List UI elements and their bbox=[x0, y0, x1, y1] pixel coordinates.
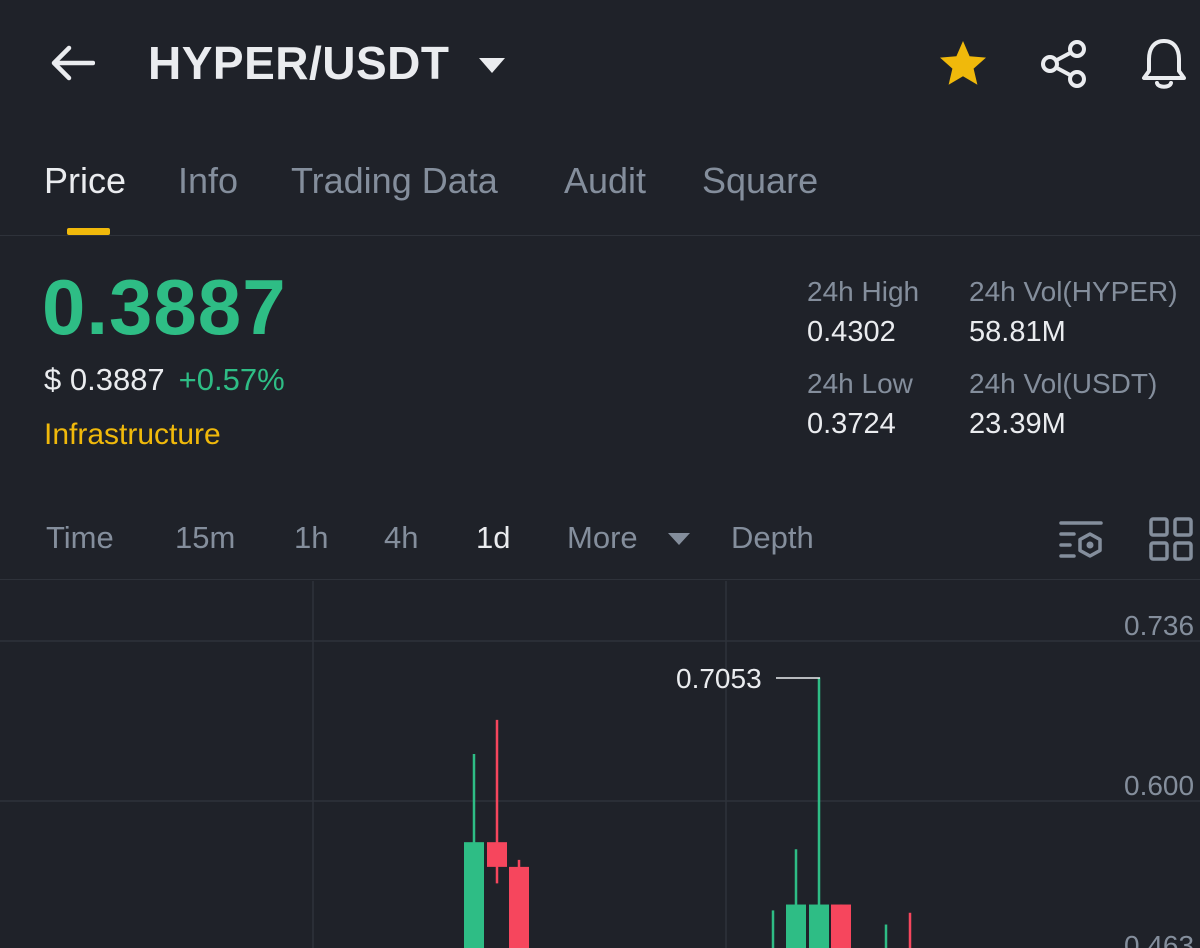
favorite-button[interactable] bbox=[935, 36, 991, 92]
candlestick-chart[interactable]: 0.736 0.600 0.463 0.7053 bbox=[0, 581, 1200, 948]
y-axis-label: 0.463 bbox=[1124, 930, 1194, 948]
base-volume-label: 24h Vol(HYPER) bbox=[969, 276, 1178, 307]
high-price-label: 0.7053 bbox=[676, 663, 762, 694]
top-bar: HYPER/USDT bbox=[0, 0, 1200, 128]
star-icon bbox=[940, 41, 986, 85]
chevron-down-icon bbox=[668, 533, 690, 545]
quote-volume-label: 24h Vol(USDT) bbox=[969, 368, 1158, 399]
active-tab-indicator bbox=[67, 228, 110, 235]
quote-volume-value: 23.39M bbox=[969, 408, 1066, 440]
section-tabs: Price Info Trading Data Audit Square bbox=[0, 150, 1200, 236]
interval-1d[interactable]: 1d bbox=[476, 520, 510, 556]
tab-trading-data[interactable]: Trading Data bbox=[291, 160, 498, 202]
tab-square[interactable]: Square bbox=[702, 160, 818, 202]
category-tag[interactable]: Infrastructure bbox=[44, 418, 221, 452]
tab-price[interactable]: Price bbox=[44, 160, 126, 202]
low-value: 0.3724 bbox=[807, 408, 896, 440]
chevron-down-icon bbox=[479, 57, 506, 73]
candle-body bbox=[487, 842, 507, 867]
layout-button[interactable] bbox=[1146, 514, 1196, 564]
interval-15m[interactable]: 15m bbox=[175, 520, 235, 556]
indicator-settings-icon bbox=[1059, 521, 1103, 558]
back-button[interactable] bbox=[44, 38, 100, 88]
pair-selector[interactable]: HYPER/USDT bbox=[148, 36, 506, 90]
interval-time[interactable]: Time bbox=[46, 520, 114, 556]
y-axis-label: 0.736 bbox=[1124, 610, 1194, 641]
price-alert-button[interactable] bbox=[1136, 36, 1192, 92]
interval-4h[interactable]: 4h bbox=[384, 520, 418, 556]
candles bbox=[464, 677, 912, 948]
candle-body bbox=[509, 866, 529, 948]
price-chart[interactable]: 0.736 0.600 0.463 0.7053 bbox=[0, 581, 1200, 948]
grid-layout-icon bbox=[1149, 517, 1193, 561]
candle-body bbox=[464, 842, 484, 948]
back-arrow-icon bbox=[51, 45, 95, 81]
usd-price-line: $ 0.3887 +0.57% bbox=[44, 362, 285, 398]
low-label: 24h Low bbox=[807, 368, 913, 399]
high-label: 24h High bbox=[807, 276, 920, 307]
bell-icon bbox=[1142, 39, 1186, 89]
pair-title: HYPER/USDT bbox=[148, 37, 450, 89]
interval-more[interactable]: More bbox=[567, 520, 638, 556]
interval-1h[interactable]: 1h bbox=[294, 520, 328, 556]
candle-body bbox=[809, 904, 829, 948]
last-price: 0.3887 bbox=[42, 263, 287, 351]
chart-grid bbox=[0, 581, 1200, 948]
base-volume-value: 58.81M bbox=[969, 316, 1066, 348]
tab-info[interactable]: Info bbox=[178, 160, 238, 202]
share-button[interactable] bbox=[1036, 36, 1092, 92]
candle-body bbox=[831, 904, 851, 948]
usd-price: $ 0.3887 bbox=[44, 362, 165, 397]
tab-audit[interactable]: Audit bbox=[564, 160, 646, 202]
candle-body bbox=[786, 904, 806, 948]
indicator-settings-button[interactable] bbox=[1056, 514, 1106, 564]
price-change: +0.57% bbox=[178, 362, 285, 397]
y-axis-label: 0.600 bbox=[1124, 770, 1194, 801]
high-price-marker: 0.7053 bbox=[676, 663, 820, 694]
interval-bar: Time 15m 1h 4h 1d More Depth bbox=[0, 500, 1200, 580]
depth-chart-tab[interactable]: Depth bbox=[731, 520, 814, 556]
high-value: 0.4302 bbox=[807, 316, 896, 348]
share-icon bbox=[1041, 40, 1086, 88]
